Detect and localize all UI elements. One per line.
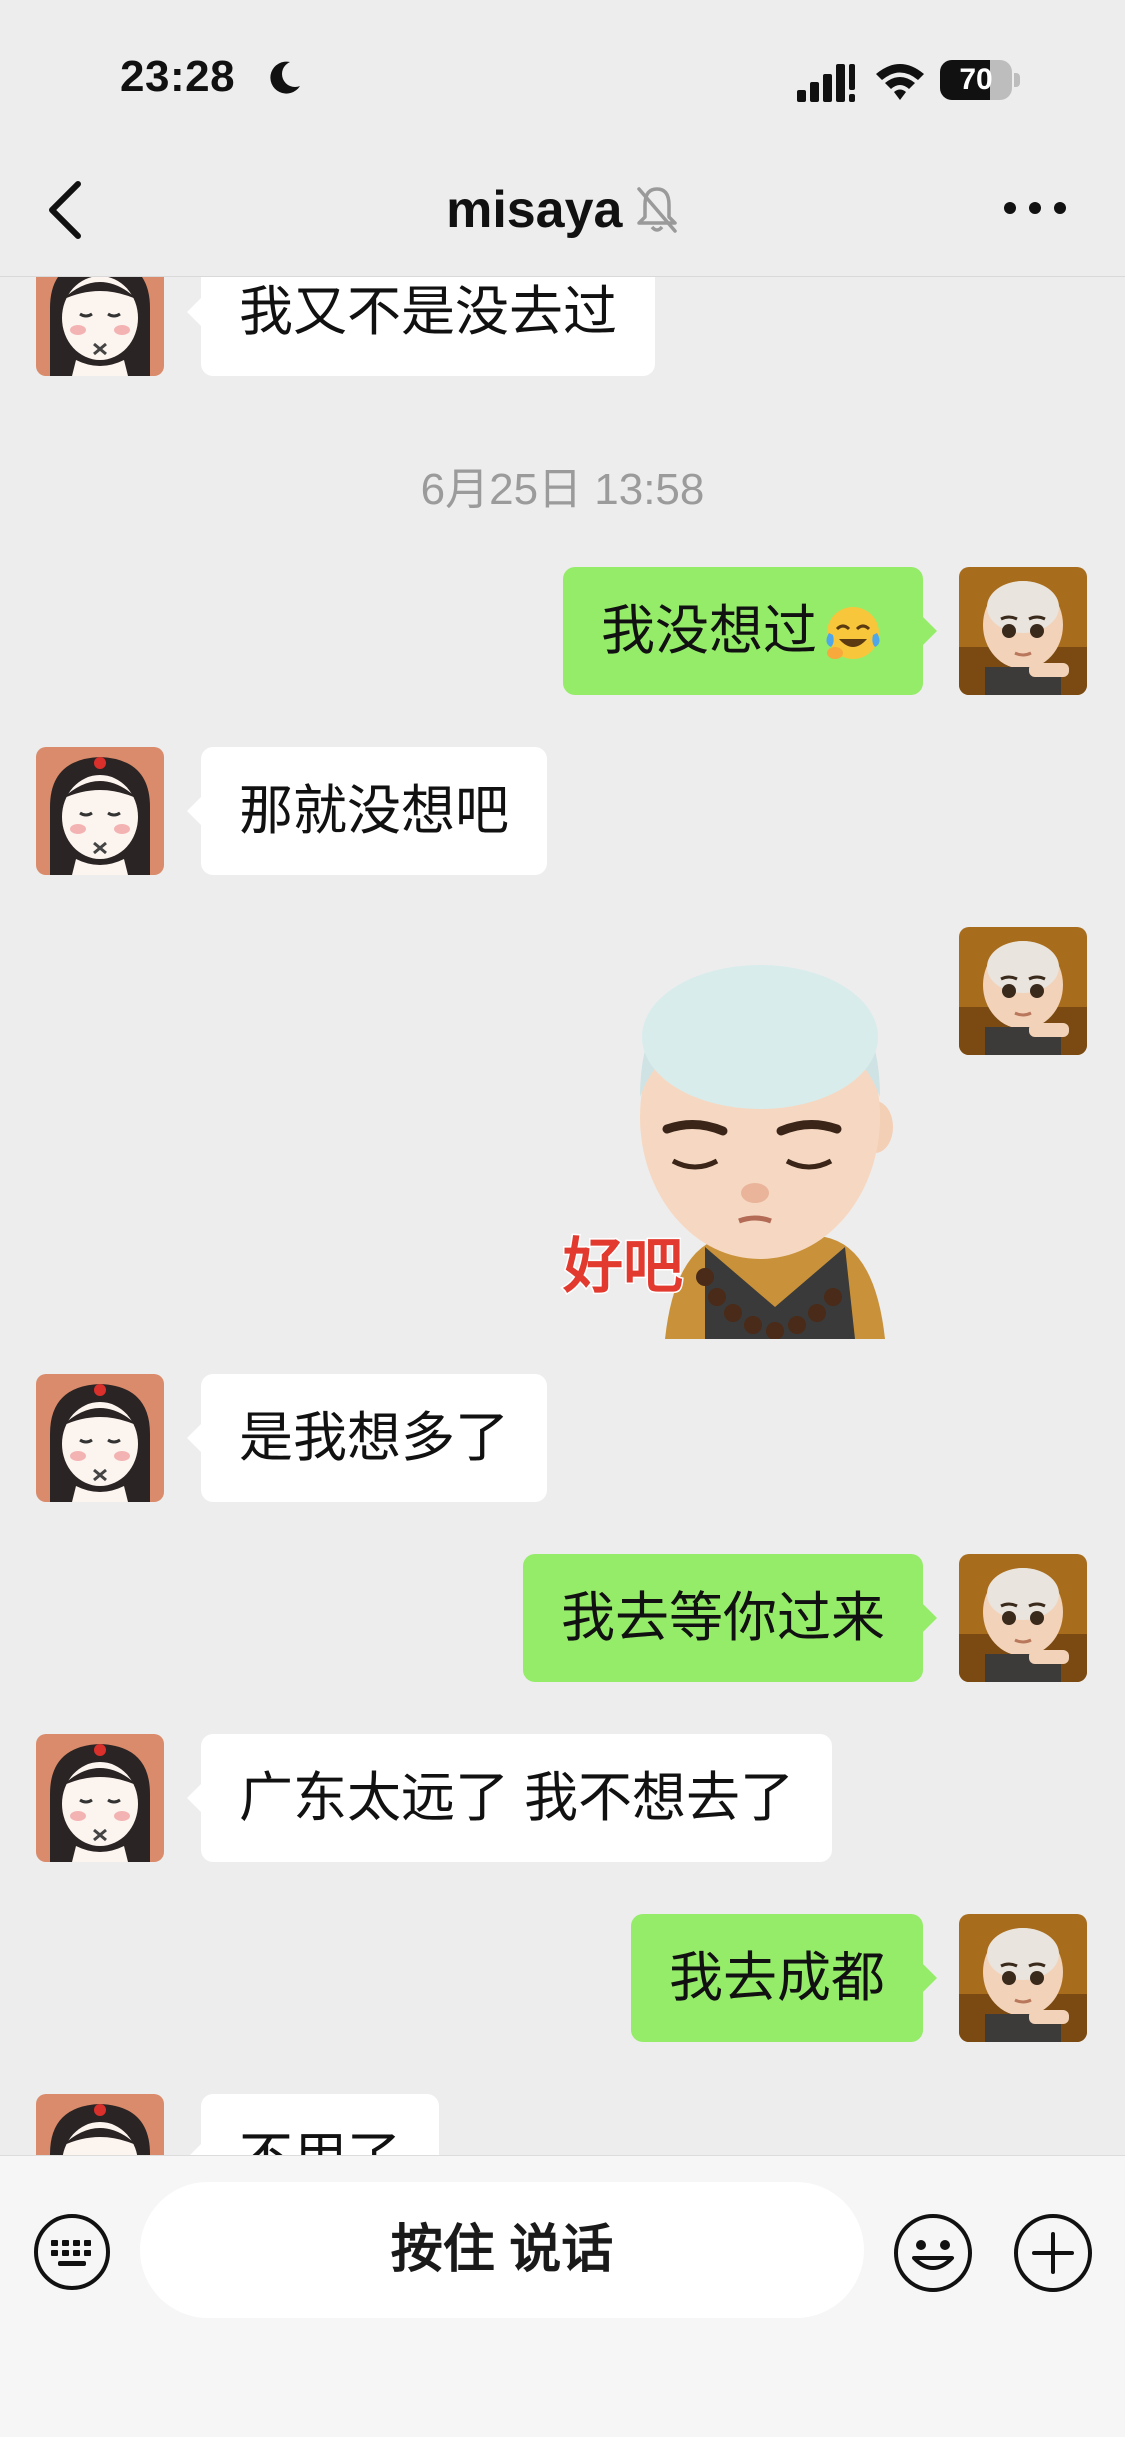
outgoing-message-bubble[interactable]: 我没想过 [563, 567, 937, 695]
keyboard-toggle-button[interactable] [32, 2212, 112, 2292]
status-time: 23:28 [120, 52, 236, 101]
my-avatar[interactable] [959, 1554, 1087, 1682]
status-bar: 23:28 70 [0, 0, 1125, 150]
my-avatar[interactable] [959, 567, 1087, 695]
my-avatar[interactable] [959, 927, 1087, 1055]
outgoing-message-bubble[interactable]: 我去成都 [631, 1914, 937, 2042]
wifi-icon [876, 64, 924, 100]
monk-sticker[interactable]: 好吧 [555, 947, 915, 1339]
outgoing-message-bubble[interactable]: 我去等你过来 [523, 1554, 937, 1682]
cellular-signal-icon [797, 64, 855, 102]
contact-avatar[interactable] [36, 747, 164, 875]
crying-laughing-emoji-icon [826, 606, 880, 659]
battery-icon: 70 [940, 60, 1022, 102]
battery-percent: 70 [959, 63, 993, 96]
contact-avatar[interactable] [36, 277, 164, 376]
contact-avatar[interactable] [36, 2094, 164, 2155]
more-actions-plus-button[interactable] [1012, 2212, 1094, 2294]
chat-header: misaya [0, 150, 1125, 277]
moon-icon [270, 61, 300, 94]
incoming-message-bubble[interactable]: 不用了 [187, 2094, 439, 2155]
sticker-caption: 好吧 [562, 1233, 683, 1300]
chat-title-wrap: misaya [0, 180, 1125, 240]
incoming-message-bubble[interactable]: 是我想多了 [187, 1374, 547, 1502]
contact-avatar[interactable] [36, 1734, 164, 1862]
input-bar: 按住 说话 [0, 2155, 1125, 2437]
chat-title: misaya [446, 181, 623, 239]
emoji-button[interactable] [892, 2212, 974, 2294]
incoming-message-bubble[interactable]: 我又不是没去过 [187, 277, 655, 376]
message-list[interactable]: 我又不是没去过 6月25日 13:58 我没想过 那就没想吧 好吧 是我想多了 … [0, 277, 1125, 2155]
incoming-message-bubble[interactable]: 广东太远了 我不想去了 [186, 1734, 833, 1862]
incoming-message-bubble[interactable]: 那就没想吧 [187, 747, 547, 875]
message-text: 我没想过 [601, 601, 817, 661]
my-avatar[interactable] [959, 1914, 1087, 2042]
hold-to-talk-button[interactable]: 按住 说话 [140, 2182, 864, 2318]
message-timestamp: 6月25日 13:58 [420, 465, 705, 514]
muted-bell-icon [637, 187, 677, 233]
more-options-button[interactable] [1000, 188, 1070, 228]
contact-avatar[interactable] [36, 1374, 164, 1502]
